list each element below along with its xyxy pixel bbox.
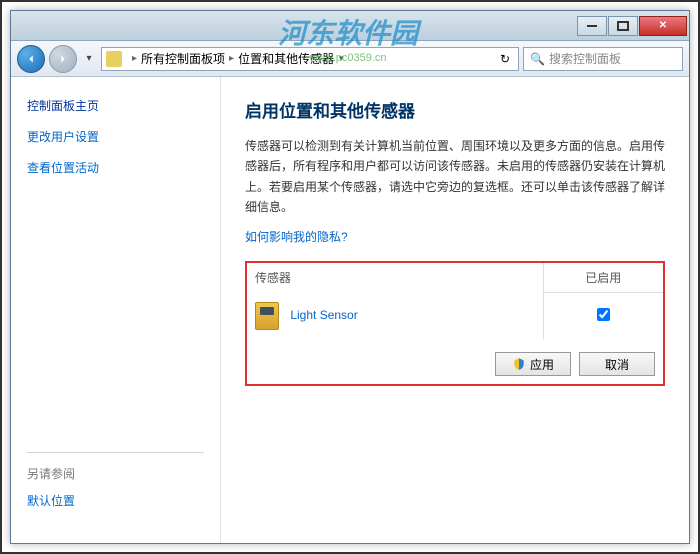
highlight-annotation: 传感器 已启用 Light Sensor: [245, 261, 665, 387]
table-row: Light Sensor: [247, 292, 663, 340]
content-area: 控制面板主页 更改用户设置 查看位置活动 另请参阅 默认位置 启用位置和其他传感…: [11, 77, 689, 543]
minimize-button[interactable]: [577, 16, 607, 36]
sidebar-link-default-location[interactable]: 默认位置: [27, 492, 204, 509]
column-header-sensor: 传感器: [247, 263, 543, 293]
maximize-button[interactable]: [608, 16, 638, 36]
sidebar: 控制面板主页 更改用户设置 查看位置活动 另请参阅 默认位置: [11, 77, 221, 543]
main-panel: 启用位置和其他传感器 传感器可以检测到有关计算机当前位置、周围环境以及更多方面的…: [221, 77, 689, 543]
refresh-button[interactable]: ↻: [496, 52, 514, 66]
description-text: 传感器可以检测到有关计算机当前位置、周围环境以及更多方面的信息。启用传感器后，所…: [245, 136, 665, 218]
button-row: 应用 取消: [247, 340, 663, 384]
arrow-left-icon: [24, 52, 38, 66]
chevron-right-icon: ▸: [132, 53, 137, 64]
cancel-button[interactable]: 取消: [579, 352, 655, 376]
sidebar-footer: 另请参阅 默认位置: [27, 452, 204, 523]
sensor-enable-checkbox[interactable]: [597, 308, 610, 321]
shield-icon: [512, 357, 526, 371]
breadcrumb-item[interactable]: 位置和其他传感器: [238, 50, 334, 67]
nav-history-dropdown[interactable]: [81, 49, 97, 69]
back-button[interactable]: [17, 45, 45, 73]
sidebar-link-user-settings[interactable]: 更改用户设置: [27, 128, 204, 145]
arrow-right-icon: [56, 52, 70, 66]
address-bar[interactable]: ▸ 所有控制面板项 ▸ 位置和其他传感器 ▾ ↻: [101, 47, 519, 71]
control-panel-window: ▸ 所有控制面板项 ▸ 位置和其他传感器 ▾ ↻ 🔍 搜索控制面板 控制面板主页…: [10, 10, 690, 544]
search-placeholder: 搜索控制面板: [549, 50, 621, 67]
close-button[interactable]: [639, 16, 687, 36]
sidebar-link-location-activity[interactable]: 查看位置活动: [27, 159, 204, 176]
navigation-bar: ▸ 所有控制面板项 ▸ 位置和其他传感器 ▾ ↻ 🔍 搜索控制面板: [11, 41, 689, 77]
cancel-button-label: 取消: [605, 356, 629, 373]
sidebar-header[interactable]: 控制面板主页: [27, 97, 204, 114]
search-input[interactable]: 🔍 搜索控制面板: [523, 47, 683, 71]
apply-button-label: 应用: [530, 356, 554, 373]
privacy-help-link[interactable]: 如何影响我的隐私?: [245, 228, 348, 245]
sensor-icon: [255, 302, 279, 330]
page-title: 启用位置和其他传感器: [245, 97, 665, 122]
sidebar-footer-header: 另请参阅: [27, 465, 204, 482]
address-dropdown[interactable]: ▾: [334, 53, 348, 64]
apply-button[interactable]: 应用: [495, 352, 571, 376]
titlebar: [11, 11, 689, 41]
breadcrumb-item[interactable]: 所有控制面板项: [141, 50, 225, 67]
sensor-table: 传感器 已启用 Light Sensor: [247, 263, 663, 341]
sensor-name-link[interactable]: Light Sensor: [290, 308, 357, 322]
column-header-enabled: 已启用: [543, 263, 663, 293]
search-icon: 🔍: [530, 52, 545, 66]
app-icon: [21, 18, 37, 34]
chevron-right-icon: ▸: [229, 53, 234, 64]
forward-button[interactable]: [49, 45, 77, 73]
location-icon: [106, 51, 122, 67]
